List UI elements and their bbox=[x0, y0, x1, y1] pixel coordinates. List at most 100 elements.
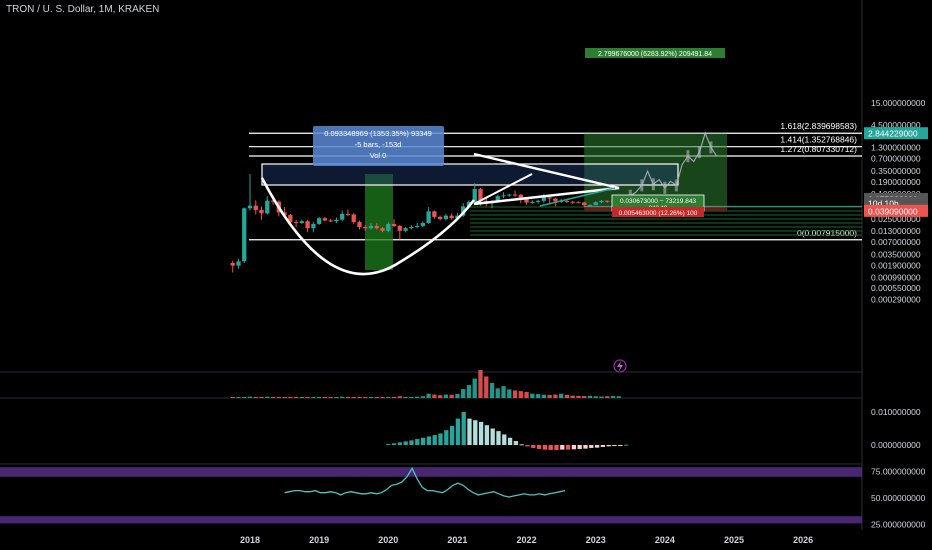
volume-bar bbox=[386, 396, 391, 398]
candle bbox=[380, 228, 385, 231]
price-tick: 0.007000000 bbox=[871, 237, 921, 247]
macd-bar bbox=[594, 445, 600, 448]
time-tick: 2023 bbox=[586, 535, 606, 545]
rsi-upper-band bbox=[0, 467, 862, 477]
macd-bar bbox=[536, 445, 542, 449]
macd-bar bbox=[623, 444, 629, 446]
volume-bar bbox=[455, 393, 460, 398]
macd-bar bbox=[461, 412, 466, 445]
volume-bar bbox=[380, 397, 385, 398]
candle bbox=[501, 195, 506, 197]
candle bbox=[299, 221, 305, 223]
price-tick: 0.013000000 bbox=[871, 226, 921, 236]
candle bbox=[322, 218, 328, 221]
time-tick: 2020 bbox=[378, 535, 398, 545]
macd-bar bbox=[449, 425, 455, 445]
macd-bar bbox=[577, 445, 582, 449]
volume-bar bbox=[558, 393, 564, 398]
volume-bar bbox=[501, 386, 506, 398]
candle bbox=[247, 205, 253, 209]
measure-label: Vol 0 bbox=[370, 151, 387, 160]
volume-bar bbox=[616, 396, 621, 398]
chart-area[interactable]: 1.618(2.839698583)1.414(1.352768846)1.27… bbox=[0, 0, 932, 550]
macd-bar bbox=[525, 445, 530, 447]
volume-bar bbox=[259, 397, 264, 398]
candle bbox=[230, 262, 235, 266]
candle bbox=[236, 261, 241, 266]
price-axis: 15.0000000004.5000000002.5000000001.3000… bbox=[864, 98, 928, 530]
volume-profile-bar bbox=[470, 226, 862, 228]
price-tick: 1.300000000 bbox=[871, 142, 921, 152]
candle bbox=[363, 227, 368, 229]
price-tick: 0.001900000 bbox=[871, 261, 921, 271]
volume-bar bbox=[449, 394, 454, 398]
macd-bar bbox=[403, 441, 408, 445]
candle bbox=[593, 202, 598, 206]
macd-bar bbox=[560, 445, 565, 450]
macd-bar bbox=[548, 445, 553, 450]
macd-bar bbox=[519, 444, 524, 446]
macd-bar bbox=[478, 421, 484, 445]
candle bbox=[305, 221, 310, 229]
lightning-icon bbox=[613, 359, 627, 373]
volume-bar bbox=[599, 396, 604, 398]
candle bbox=[437, 216, 443, 219]
candle bbox=[512, 194, 518, 196]
volume-bar bbox=[328, 397, 333, 398]
volume-bar bbox=[316, 397, 322, 398]
candle bbox=[374, 225, 379, 229]
macd-bar bbox=[438, 433, 443, 445]
indicator-panes bbox=[0, 370, 862, 524]
grid bbox=[0, 0, 863, 530]
volume-bar bbox=[397, 396, 402, 398]
volume-bar bbox=[461, 388, 466, 398]
volume-bar bbox=[570, 395, 575, 398]
macd-bar bbox=[432, 435, 437, 445]
price-tick: 0.000550000 bbox=[871, 283, 921, 293]
candle bbox=[420, 222, 426, 226]
candle bbox=[605, 200, 610, 202]
rsi-lower-band bbox=[0, 516, 862, 524]
macd-bar bbox=[496, 431, 501, 445]
volume-bar bbox=[391, 396, 397, 398]
volume-bar bbox=[265, 396, 270, 398]
macd-bar bbox=[467, 418, 472, 445]
candle bbox=[242, 208, 247, 262]
volume-profile-bar bbox=[470, 230, 862, 232]
volume-bar bbox=[403, 396, 408, 398]
projection-candle bbox=[651, 178, 655, 191]
price-tick: 15.000000000 bbox=[871, 98, 926, 108]
volume-bar bbox=[553, 394, 558, 398]
projection-candle bbox=[663, 181, 667, 194]
loss-label: 0.005463000 (12.26%) 100 bbox=[619, 210, 698, 217]
candle bbox=[386, 223, 391, 231]
volume-bar bbox=[576, 395, 581, 398]
measure-label: 0.093348969 (1353.35%) 93349 bbox=[324, 129, 432, 138]
highlight-column bbox=[365, 174, 393, 270]
volume-bar bbox=[484, 376, 489, 398]
candle bbox=[368, 225, 374, 229]
volume-bar bbox=[541, 394, 547, 398]
candle bbox=[334, 219, 339, 222]
candle bbox=[576, 202, 581, 204]
candle bbox=[293, 222, 299, 224]
chart-title: TRON / U. S. Dollar, 1M, KRAKEN bbox=[6, 4, 160, 15]
time-tick: 2018 bbox=[240, 535, 260, 545]
price-tick: 0.350000000 bbox=[871, 166, 921, 176]
rsi-tick: 75.000000000 bbox=[871, 466, 926, 476]
macd-bar bbox=[507, 437, 513, 445]
macd-bar bbox=[391, 443, 397, 445]
volume-bar bbox=[420, 396, 426, 398]
candle bbox=[253, 205, 258, 210]
measure-rectangle bbox=[261, 163, 679, 186]
price-badge-label: 2.844229000 bbox=[868, 129, 918, 139]
candle bbox=[391, 223, 397, 226]
macd-bar bbox=[386, 444, 391, 446]
volume-bar bbox=[478, 370, 483, 398]
fib-label: 1.272(0.807330712) bbox=[780, 144, 857, 154]
candle bbox=[530, 201, 535, 203]
volume-bar bbox=[547, 394, 552, 398]
macd-bar bbox=[554, 445, 559, 450]
macd-bar bbox=[600, 445, 606, 447]
volume-bar bbox=[443, 394, 449, 398]
